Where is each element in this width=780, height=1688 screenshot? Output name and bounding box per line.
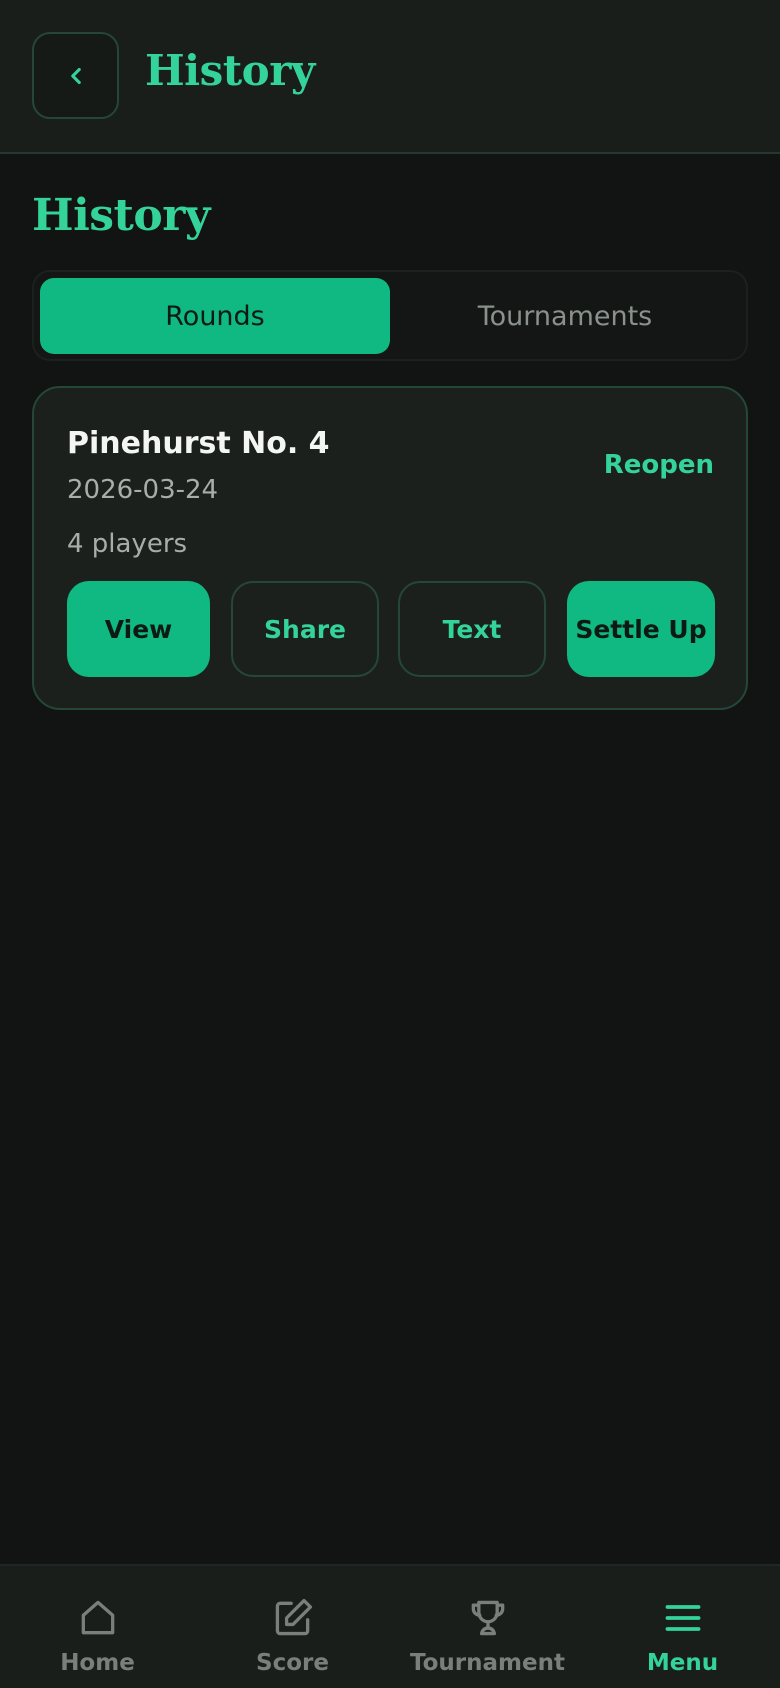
header-title: History	[145, 46, 315, 95]
tab-tournaments[interactable]: Tournaments	[390, 278, 740, 354]
nav-menu[interactable]: Menu	[585, 1566, 780, 1688]
top-header: History	[0, 0, 780, 154]
reopen-link[interactable]: Reopen	[604, 450, 714, 480]
round-actions: View Share Text Settle Up	[67, 581, 717, 677]
nav-tournament-label: Tournament	[410, 1650, 565, 1676]
bottom-nav: Home Score Tournament Menu	[0, 1564, 780, 1688]
trophy-icon	[471, 1600, 504, 1636]
home-icon	[81, 1600, 114, 1635]
chevron-left-icon	[70, 67, 81, 84]
history-tabs: Rounds Tournaments	[32, 270, 748, 361]
text-button[interactable]: Text	[398, 581, 546, 677]
nav-score-label: Score	[256, 1650, 329, 1676]
page-title: History	[32, 190, 210, 241]
round-card: Pinehurst No. 4 2026-03-24 4 players Reo…	[32, 386, 748, 710]
nav-home[interactable]: Home	[0, 1566, 195, 1688]
round-date: 2026-03-24	[67, 475, 219, 505]
tab-rounds[interactable]: Rounds	[40, 278, 390, 354]
share-button[interactable]: Share	[231, 581, 379, 677]
app-root: History History Rounds Tournaments Pineh…	[0, 0, 780, 1688]
player-count: 4 players	[67, 529, 188, 559]
settle-up-button[interactable]: Settle Up	[567, 581, 715, 677]
nav-score[interactable]: Score	[195, 1566, 390, 1688]
nav-tournament[interactable]: Tournament	[390, 1566, 585, 1688]
nav-menu-label: Menu	[646, 1650, 719, 1676]
menu-icon	[665, 1605, 700, 1631]
edit-icon	[275, 1598, 312, 1636]
course-name: Pinehurst No. 4	[67, 426, 330, 461]
back-button[interactable]	[32, 32, 119, 119]
view-button[interactable]: View	[67, 581, 210, 677]
nav-home-label: Home	[60, 1650, 135, 1676]
